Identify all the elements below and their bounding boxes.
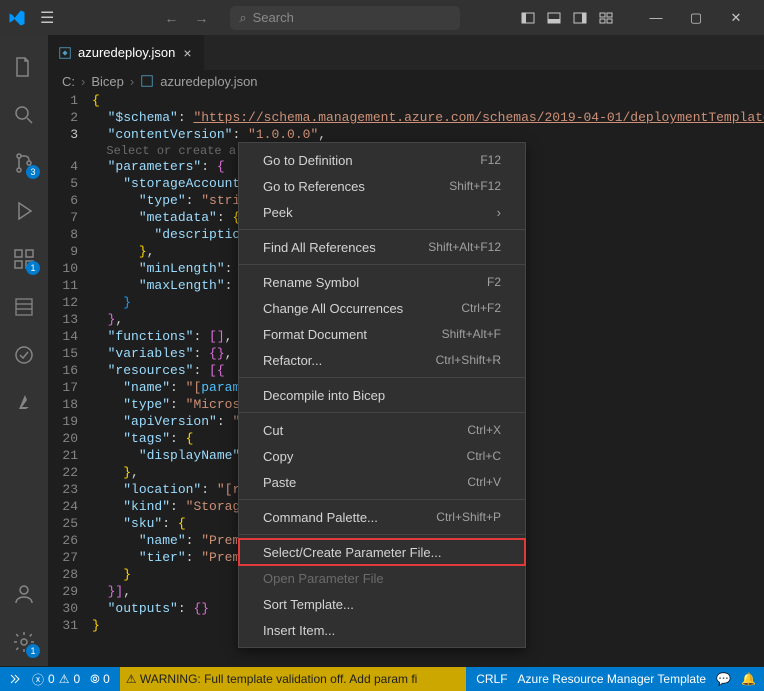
account-icon[interactable] [0, 570, 48, 618]
feedback-icon[interactable]: 💬 [716, 672, 731, 686]
chevron-right-icon: › [497, 205, 501, 220]
source-badge: 3 [26, 165, 40, 179]
vscode-logo-icon [8, 9, 26, 27]
arm-file-icon [58, 46, 72, 60]
tabs: azuredeploy.json × ⋯ [48, 35, 764, 70]
nav-back-icon[interactable]: ← [158, 6, 184, 30]
settings-icon[interactable]: 1 [0, 618, 48, 666]
menu-separator [239, 412, 525, 413]
explorer-icon[interactable] [0, 43, 48, 91]
error-icon: ⓧ [32, 671, 44, 688]
tab-label: azuredeploy.json [78, 45, 175, 60]
bc-root: C: [62, 74, 75, 89]
menu-sort-template[interactable]: Sort Template... [239, 591, 525, 617]
menu-paste[interactable]: PasteCtrl+V [239, 469, 525, 495]
menu-separator [239, 499, 525, 500]
status-problems[interactable]: ⓧ0 ⚠0 [32, 671, 80, 688]
radio-icon[interactable]: ⦾ 0 [90, 672, 110, 687]
menu-refactor[interactable]: Refactor...Ctrl+Shift+R [239, 347, 525, 373]
menu-open-parameter-file: Open Parameter File [239, 565, 525, 591]
arm-file-icon [140, 74, 154, 88]
bc-file: azuredeploy.json [160, 74, 257, 89]
close-icon[interactable]: ✕ [716, 3, 756, 33]
menu-insert-item[interactable]: Insert Item... [239, 617, 525, 643]
menu-select-parameter-file[interactable]: Select/Create Parameter File... [239, 539, 525, 565]
arm-template-icon[interactable] [0, 283, 48, 331]
azure-icon[interactable] [0, 379, 48, 427]
menu-copy[interactable]: CopyCtrl+C [239, 443, 525, 469]
minimize-icon[interactable]: — [636, 3, 676, 33]
search-activity-icon[interactable] [0, 91, 48, 139]
search-icon: ⌕ [239, 10, 246, 26]
menu-decompile[interactable]: Decompile into Bicep [239, 382, 525, 408]
panel-left-icon[interactable] [516, 6, 540, 30]
tab-azuredeploy[interactable]: azuredeploy.json × [48, 35, 205, 70]
status-eol[interactable]: CRLF [476, 672, 507, 686]
settings-badge: 1 [26, 644, 40, 658]
panel-bottom-icon[interactable] [542, 6, 566, 30]
panel-right-icon[interactable] [568, 6, 592, 30]
status-warning[interactable]: ⚠ WARNING: Full template validation off.… [120, 667, 466, 691]
extensions-icon[interactable]: 1 [0, 235, 48, 283]
menu-format[interactable]: Format DocumentShift+Alt+F [239, 321, 525, 347]
menu-change-all[interactable]: Change All OccurrencesCtrl+F2 [239, 295, 525, 321]
layout-icon[interactable] [594, 6, 618, 30]
source-control-icon[interactable]: 3 [0, 139, 48, 187]
warning-triangle-icon: ⚠ [126, 672, 137, 686]
maximize-icon[interactable]: ▢ [676, 3, 716, 33]
status-language[interactable]: Azure Resource Manager Template [518, 672, 707, 686]
search-placeholder: Search [253, 10, 294, 25]
menu-separator [239, 377, 525, 378]
context-menu: Go to DefinitionF12 Go to ReferencesShif… [238, 142, 526, 648]
gutter: 1234567891011121314151617181920212223242… [48, 92, 92, 634]
menu-separator [239, 229, 525, 230]
bell-icon[interactable]: 🔔 [741, 672, 756, 686]
menu-separator [239, 264, 525, 265]
bc-folder: Bicep [91, 74, 124, 89]
remote-icon[interactable] [8, 672, 22, 686]
test-icon[interactable] [0, 331, 48, 379]
ext-badge: 1 [26, 261, 40, 275]
debug-icon[interactable] [0, 187, 48, 235]
menu-goto-references[interactable]: Go to ReferencesShift+F12 [239, 173, 525, 199]
menu-cut[interactable]: CutCtrl+X [239, 417, 525, 443]
menu-rename[interactable]: Rename SymbolF2 [239, 269, 525, 295]
menu-separator [239, 534, 525, 535]
menu-peek[interactable]: Peek› [239, 199, 525, 225]
menu-goto-definition[interactable]: Go to DefinitionF12 [239, 147, 525, 173]
statusbar: ⓧ0 ⚠0 ⦾ 0 ⚠ WARNING: Full template valid… [0, 667, 764, 691]
menu-icon[interactable]: ☰ [34, 8, 60, 28]
menu-find-references[interactable]: Find All ReferencesShift+Alt+F12 [239, 234, 525, 260]
warning-icon: ⚠ [59, 672, 70, 686]
activitybar: 3 1 1 [0, 35, 48, 666]
menu-command-palette[interactable]: Command Palette...Ctrl+Shift+P [239, 504, 525, 530]
search-input[interactable]: ⌕ Search [230, 6, 460, 30]
breadcrumb[interactable]: C:› Bicep› azuredeploy.json [48, 70, 764, 92]
titlebar: ☰ ← → ⌕ Search — ▢ ✕ [0, 0, 764, 35]
nav-forward-icon[interactable]: → [188, 6, 214, 30]
tab-close-icon[interactable]: × [181, 45, 193, 61]
